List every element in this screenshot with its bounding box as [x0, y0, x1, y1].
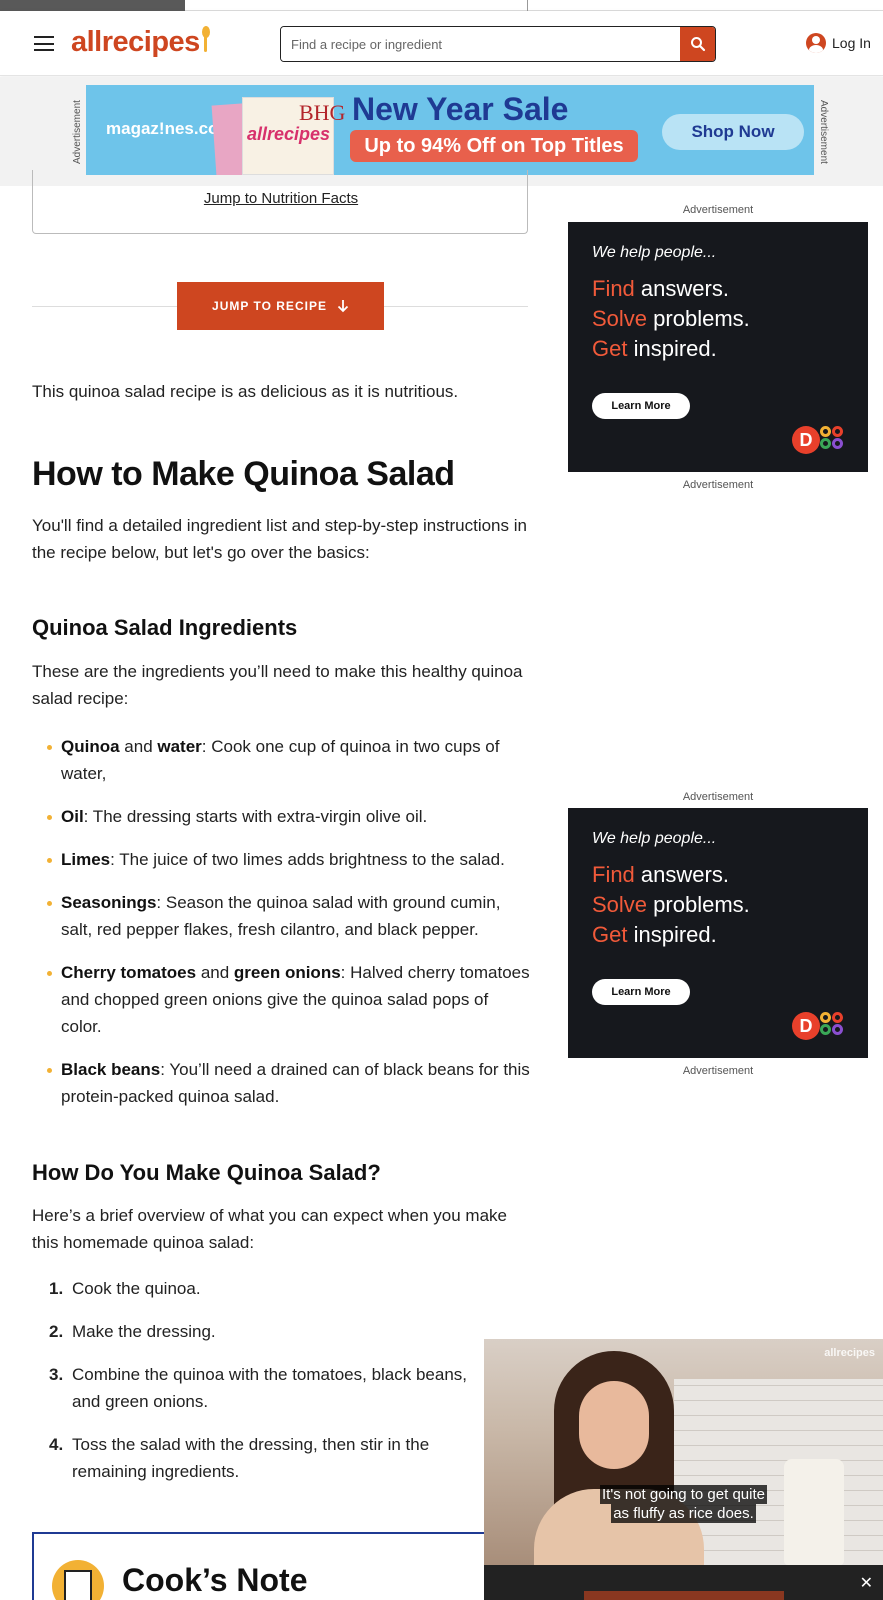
search-input[interactable] [281, 27, 680, 61]
ad-tagline: We help people... [592, 244, 717, 261]
ad-headline: New Year Sale [352, 91, 569, 127]
ad-tagline: We help people... [592, 830, 717, 847]
rail-ad-2[interactable]: We help people... Find answers. Solve pr… [568, 808, 868, 1058]
list-item: Oil: The dressing starts with extra-virg… [32, 803, 532, 830]
ad-label: Advertisement [682, 791, 754, 803]
ad-line-3: Get inspired. [592, 336, 717, 361]
list-item: 2. Make the dressing. [49, 1322, 216, 1341]
video-caption: It's not going to get quite as fluffy as… [484, 1485, 883, 1523]
cooks-note-title: Cook’s Note [122, 1562, 308, 1598]
list-item: Limes: The juice of two limes adds brigh… [32, 846, 532, 873]
user-icon [806, 33, 826, 53]
jump-to-recipe-button[interactable]: JUMP TO RECIPE [177, 282, 384, 330]
meredith-knot-icon [820, 1012, 848, 1040]
ad-label: Advertisement [682, 479, 754, 491]
cooks-note-box: Cook’s Note [32, 1532, 528, 1600]
search-bar [280, 26, 716, 62]
ad-side-label-right: Advertisement [818, 100, 829, 164]
section-title-how-to-make: How to Make Quinoa Salad [32, 455, 455, 493]
section-intro-text: You'll find a detailed ingredient list a… [32, 516, 527, 562]
list-item: 3. Combine the quinoa with the tomatoes, … [49, 1365, 468, 1411]
howto-intro: Here’s a brief overview of what you can … [32, 1206, 507, 1252]
close-icon[interactable]: ✕ [860, 1573, 873, 1593]
video-backsplash [674, 1379, 883, 1565]
video-underlay [584, 1591, 784, 1600]
recipe-summary-box: Jump to Nutrition Facts [32, 170, 528, 234]
ad-line-2: Solve problems. [592, 892, 750, 917]
caption-line-2: as fluffy as rice does. [611, 1504, 756, 1523]
jump-to-nutrition-link[interactable]: Jump to Nutrition Facts [33, 190, 529, 207]
video-frame [484, 1339, 883, 1569]
list-item: Quinoa and water: Cook one cup of quinoa… [32, 733, 532, 787]
logo-text: allrecipes [71, 26, 200, 58]
site-header: allrecipes Log In [0, 11, 883, 76]
cover-title-bhg: BHG [299, 100, 346, 125]
login-link[interactable]: Log In [806, 33, 871, 53]
spoon-icon [201, 26, 210, 56]
search-icon [690, 37, 705, 52]
ad-label: Advertisement [682, 204, 754, 216]
video-presenter-face [579, 1381, 649, 1469]
floating-video-player[interactable]: allrecipes It's not going to get quite a… [484, 1339, 883, 1600]
site-logo[interactable]: allrecipes [71, 26, 210, 59]
cover-title-allrecipes: allrecipes [247, 124, 331, 144]
shop-now-button[interactable]: Shop Now [662, 114, 804, 150]
list-item: Black beans: You’ll need a drained can o… [32, 1056, 532, 1110]
list-item: 4. Toss the salad with the dressing, then… [49, 1435, 430, 1481]
menu-icon[interactable] [34, 36, 54, 51]
list-item: 1. Cook the quinoa. [49, 1279, 201, 1298]
ad-offer: Up to 94% Off on Top Titles [350, 130, 638, 162]
jump-to-recipe-label: JUMP TO RECIPE [212, 299, 327, 313]
ingredients-intro: These are the ingredients you’ll need to… [32, 662, 523, 708]
arrow-down-icon [337, 300, 349, 313]
list-item: Seasonings: Season the quinoa salad with… [32, 889, 532, 943]
ad-side-label-left: Advertisement [72, 100, 83, 164]
notepad-icon [52, 1560, 104, 1600]
dotdash-logo-icon: D [792, 426, 820, 454]
ad-line-2: Solve problems. [592, 306, 750, 331]
search-button[interactable] [680, 27, 715, 61]
learn-more-button[interactable]: Learn More [592, 979, 690, 1005]
meredith-knot-icon [820, 426, 848, 454]
how-do-you-make-heading: How Do You Make Quinoa Salad? [32, 1160, 381, 1185]
learn-more-button[interactable]: Learn More [592, 393, 690, 419]
top-strip [0, 0, 883, 11]
login-label: Log In [832, 35, 871, 51]
intro-text: This quinoa salad recipe is as delicious… [32, 382, 459, 401]
ingredient-list: Quinoa and water: Cook one cup of quinoa… [32, 733, 532, 1126]
magazines-ad-banner[interactable]: magaz!nes.com allrecipes BHG New Year Sa… [86, 85, 814, 175]
list-item: Cherry tomatoes and green onions: Halved… [32, 959, 532, 1040]
ad-line-1: Find answers. [592, 862, 729, 887]
ad-line-1: Find answers. [592, 276, 729, 301]
top-strip-dark [0, 0, 185, 11]
ingredients-heading: Quinoa Salad Ingredients [32, 615, 298, 640]
dotdash-logo-icon: D [792, 1012, 820, 1040]
caption-line-1: It's not going to get quite [600, 1485, 767, 1504]
video-watermark: allrecipes [824, 1347, 875, 1359]
magazine-cover-front: allrecipes BHG [242, 97, 345, 175]
ad-label: Advertisement [682, 1065, 754, 1077]
steps-list: 1. Cook the quinoa. 2. Make the dressing. … [32, 1275, 492, 1501]
rail-ad-1[interactable]: We help people... Find answers. Solve pr… [568, 222, 868, 472]
top-strip-divider [527, 0, 528, 11]
ad-line-3: Get inspired. [592, 922, 717, 947]
